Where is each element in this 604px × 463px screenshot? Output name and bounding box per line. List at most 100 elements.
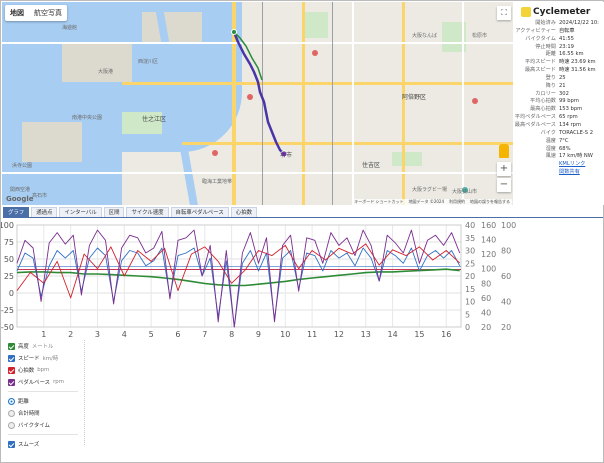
tab-4[interactable]: サイクル速度 — [126, 207, 169, 217]
stat-value: 2024/12/22 10: — [559, 20, 599, 26]
xaxis-mode-option[interactable]: 距離 — [8, 395, 84, 407]
stat-value: 時速 31.56 km — [559, 67, 596, 74]
series-unit: rpm — [53, 379, 64, 385]
x-tick-label: 11 — [307, 330, 317, 339]
stat-row: アクティビティー 自転車 — [514, 28, 604, 36]
stat-value: 21 — [559, 82, 566, 89]
series-toggle[interactable]: スピード km/時 — [8, 352, 84, 364]
series-checkbox[interactable] — [8, 378, 15, 386]
zoom-in-button[interactable]: + — [497, 162, 511, 176]
x-tick-label: 3 — [95, 330, 100, 339]
start-marker[interactable] — [231, 29, 237, 35]
y-left-tick-label: -25 — [1, 306, 14, 315]
tab-0[interactable]: グラフ — [3, 207, 30, 217]
tab-6[interactable]: 心拍数 — [230, 207, 257, 217]
chart-svg: 1007550250-25-501 2 3 4 5 6 7 8 9 10 11 12 13 14 15 164… — [1, 221, 516, 339]
stat-label: 開始済み — [535, 20, 556, 26]
y-left-tick-label: 100 — [1, 221, 14, 230]
smooth-toggle[interactable]: スムーズ — [8, 438, 84, 450]
series-toggle[interactable]: 高度 メートル — [8, 340, 84, 352]
stat-row: 登り 25 — [514, 75, 604, 83]
fullscreen-icon[interactable]: ⛶ — [497, 6, 511, 20]
stat-label: 平均ペダルペース — [514, 114, 556, 121]
route-map[interactable]: 海遊館 南港中央公園 住之江区 阿倍野区 住吉区 堺市 大阪なんば 松原市 大阪ラグビー場 臨海工… — [2, 2, 513, 205]
map-footer: キーボード ショートカット 地図データ ©2024 利用規約 地図の誤りを報告す… — [352, 199, 512, 205]
y-speed-tick-label: 15 — [465, 285, 475, 294]
radio-button[interactable] — [8, 397, 15, 405]
stat-row: 開始済み 2024/12/22 10: — [514, 20, 604, 28]
y-cad-tick-label: 40 — [501, 298, 511, 307]
map-place-label: 浜寺公園 — [12, 163, 33, 169]
stat-row: カロリー 302 — [514, 91, 604, 99]
stat-row: 最高スピード 時速 31.56 km — [514, 67, 604, 75]
y-hr-tick-label: 160 — [481, 221, 496, 230]
map-place-label: 大阪港 — [98, 69, 114, 75]
tab-3[interactable]: 区間 — [103, 207, 125, 217]
radio-button[interactable] — [8, 421, 15, 429]
tab-1[interactable]: 通過点 — [31, 207, 58, 217]
xaxis-mode-option[interactable]: 合計時間 — [8, 407, 84, 419]
series-label: スピード — [18, 356, 40, 362]
pegman-icon[interactable] — [499, 144, 509, 158]
stat-row[interactable]: 関数共有 — [514, 169, 604, 177]
y-speed-tick-label: 10 — [465, 298, 475, 307]
radio-button[interactable] — [8, 409, 15, 417]
series-checkbox[interactable] — [8, 342, 15, 350]
stat-row: バイク TORACLE-S 2 — [514, 130, 604, 138]
x-tick-label: 6 — [175, 330, 180, 339]
zoom-out-button[interactable]: − — [497, 178, 511, 192]
map-place-label: 大阪狭山市 — [452, 189, 478, 195]
y-hr-tick-label: 80 — [481, 279, 491, 288]
y-hr-tick-label: 40 — [481, 308, 491, 317]
stat-row: 平均スピード 時速 23.69 km — [514, 59, 604, 67]
stat-value: 65 rpm — [559, 114, 578, 121]
tab-2[interactable]: インターバル — [59, 207, 102, 217]
stat-label: 温度 — [545, 137, 556, 144]
map-footer-terms[interactable]: 利用規約 — [449, 199, 465, 205]
xaxis-mode-label: 合計時間 — [18, 411, 40, 417]
map-type-satellite[interactable]: 航空写真 — [29, 5, 67, 21]
series-checkbox[interactable] — [8, 366, 15, 374]
map-place-label: 大阪ラグビー場 — [412, 187, 448, 193]
series-line — [16, 229, 461, 328]
map-place-label: 南港中央公園 — [72, 115, 103, 121]
app-window: 海遊館 南港中央公園 住之江区 阿倍野区 住吉区 堺市 大阪なんば 松原市 大阪ラグビー場 臨海工… — [0, 0, 604, 463]
divider — [8, 391, 78, 392]
ride-chart[interactable]: 100 75 50 25 0 -25 -50 1 2 3 4 5 6 7 8 9 10 11 12 13 14 15 16 4… — [1, 219, 604, 339]
x-tick-label: 15 — [414, 330, 424, 339]
series-label: ペダルペース — [18, 380, 51, 386]
y-speed-tick-label: 35 — [465, 234, 475, 243]
map-footer-report[interactable]: 地図の誤りを報告する — [470, 199, 510, 205]
stat-link[interactable]: KMLリンク — [559, 161, 585, 169]
map-place-label: 海遊館 — [62, 25, 78, 31]
y-hr-tick-label: 120 — [481, 250, 496, 259]
series-label: 心拍数 — [18, 368, 35, 374]
stat-value: 23:19 — [559, 43, 574, 50]
y-left-tick-label: 25 — [4, 272, 14, 281]
map-footer-data: 地図データ ©2024 — [408, 199, 444, 204]
stat-row[interactable]: KMLリンク — [514, 161, 604, 169]
stat-row: 平均ペダルペース 65 rpm — [514, 114, 604, 122]
stat-label — [514, 169, 559, 177]
series-checkbox[interactable] — [8, 354, 15, 362]
map-place-label: 住之江区 — [142, 116, 167, 123]
xaxis-mode-option[interactable]: バイクタイム — [8, 419, 84, 431]
xaxis-mode-label: 距離 — [18, 399, 29, 405]
smooth-checkbox[interactable] — [8, 440, 15, 448]
stat-label: 最高ペダルペース — [514, 121, 556, 128]
tab-5[interactable]: 自転車ペダルペース — [170, 207, 229, 217]
map-type-control[interactable]: 地図 航空写真 — [5, 5, 67, 21]
series-toggle[interactable]: ペダルペース rpm — [8, 376, 84, 388]
stat-value: 99 bpm — [559, 98, 579, 105]
stat-value: 17 km/時 NW — [559, 153, 593, 160]
app-name: Cyclemeter — [533, 7, 591, 17]
y-cad-tick-label: 80 — [501, 247, 511, 256]
stat-row: 停止時間 23:19 — [514, 44, 604, 52]
stat-link[interactable]: 関数共有 — [559, 169, 580, 177]
map-type-roadmap[interactable]: 地図 — [5, 5, 29, 21]
y-cad-tick-label: 100 — [501, 221, 516, 230]
map-footer-shortcuts[interactable]: キーボード ショートカット — [354, 199, 403, 205]
y-left-tick-label: -50 — [1, 323, 14, 332]
stats-list: 開始済み 2024/12/22 10: アクティビティー 自転車 バイクタイム 41:55… — [514, 20, 604, 177]
series-toggle[interactable]: 心拍数 bpm — [8, 364, 84, 376]
